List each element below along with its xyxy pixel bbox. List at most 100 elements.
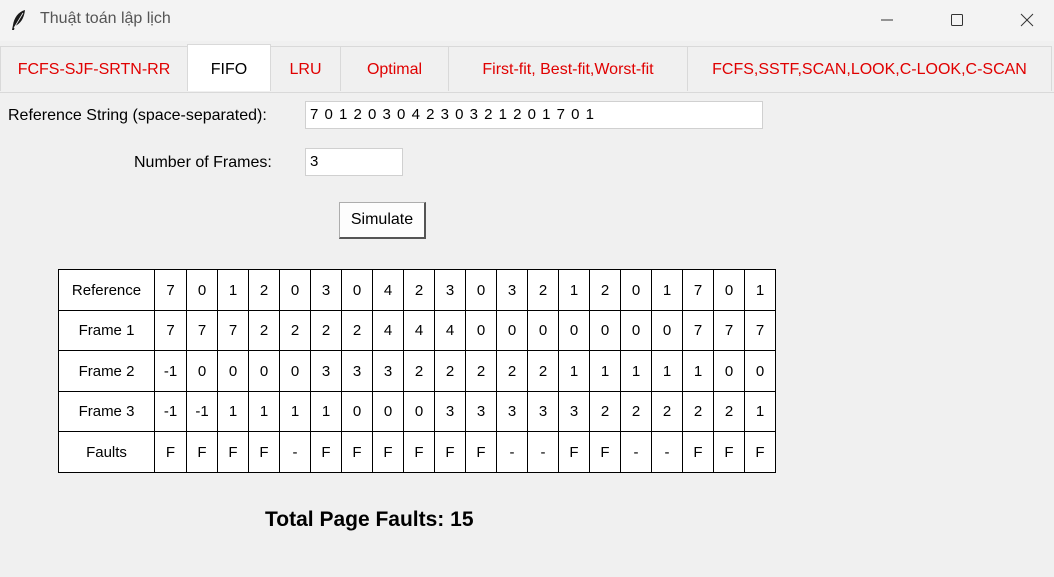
table-cell: F (434, 431, 466, 473)
table-cell: 7 (682, 310, 714, 351)
table-cell: 1 (279, 391, 311, 432)
table-cell: 2 (527, 269, 559, 311)
table-cell: 3 (434, 391, 466, 432)
table-cell: 2 (589, 269, 621, 311)
table-cell: 3 (527, 391, 559, 432)
table-cell: 3 (372, 350, 404, 392)
table-cell: 0 (558, 310, 590, 351)
table-cell: 3 (310, 350, 342, 392)
table-cell: 3 (310, 269, 342, 311)
table-cell: - (496, 431, 528, 473)
table-cell: 3 (496, 391, 528, 432)
maximize-icon (951, 14, 963, 26)
table-cell: F (744, 431, 776, 473)
table-cell: 2 (713, 391, 745, 432)
table-cell: F (341, 431, 373, 473)
table-cell: 0 (248, 350, 280, 392)
tab-fcfs-sjf-srtn-rr[interactable]: FCFS-SJF-SRTN-RR (0, 46, 188, 91)
table-cell: 0 (620, 269, 652, 311)
table-cell: 2 (248, 310, 280, 351)
table-cell: 3 (558, 391, 590, 432)
table-cell: F (713, 431, 745, 473)
table-cell: F (403, 431, 435, 473)
table-cell: 0 (403, 391, 435, 432)
table-cell: 2 (279, 310, 311, 351)
table-cell: 1 (310, 391, 342, 432)
fifo-result-table: Reference 7 0 1 2 0 3 0 4 2 3 0 3 2 1 2 0 1 7 0 1 Frame 17772… (58, 269, 776, 473)
reference-string-input[interactable]: 7 0 1 2 0 3 0 4 2 3 0 3 2 1 2 0 1 7 0 1 (305, 101, 763, 129)
table-cell: F (372, 431, 404, 473)
tab-lru[interactable]: LRU (270, 46, 341, 91)
table-cell: 7 (744, 310, 776, 351)
table-cell: 1 (217, 391, 249, 432)
table-cell: 2 (310, 310, 342, 351)
table-cell: 3 (341, 350, 373, 392)
table-cell: - (620, 431, 652, 473)
frames-label: Number of Frames: (134, 154, 272, 171)
table-cell: 0 (744, 350, 776, 392)
table-cell: 7 (154, 310, 187, 351)
table-cell: 4 (372, 310, 404, 351)
total-page-faults: Total Page Faults: 15 (265, 508, 474, 531)
table-cell: 0 (713, 350, 745, 392)
table-cell: 7 (217, 310, 249, 351)
table-cell: 7 (682, 269, 714, 311)
table-cell: 3 (496, 269, 528, 311)
table-cell: 0 (341, 391, 373, 432)
table-cell: 1 (589, 350, 621, 392)
table-cell: 0 (465, 310, 497, 351)
table-cell: F (217, 431, 249, 473)
maximize-button[interactable] (934, 0, 980, 40)
table-cell: 1 (620, 350, 652, 392)
table-cell: 2 (527, 350, 559, 392)
table-cell: 2 (682, 391, 714, 432)
table-cell: 0 (713, 269, 745, 311)
table-cell: F (154, 431, 187, 473)
table-cell: 3 (434, 269, 466, 311)
table-cell: 1 (651, 269, 683, 311)
row-label-frame-2: Frame 2 (58, 350, 155, 392)
table-cell: 2 (496, 350, 528, 392)
feather-icon (10, 9, 28, 31)
frames-input[interactable]: 3 (305, 148, 403, 176)
table-cell: 2 (403, 350, 435, 392)
table-cell: 1 (558, 350, 590, 392)
table-cell: 1 (248, 391, 280, 432)
row-label-frame-1: Frame 1 (58, 310, 155, 351)
table-cell: 2 (434, 350, 466, 392)
table-cell: 0 (372, 391, 404, 432)
table-cell: -1 (186, 391, 218, 432)
table-cell: 2 (248, 269, 280, 311)
table-cell: 0 (465, 269, 497, 311)
tab-fifo[interactable]: FIFO (187, 44, 271, 91)
table-cell: 3 (465, 391, 497, 432)
table-cell: 2 (620, 391, 652, 432)
minimize-button[interactable] (864, 0, 910, 40)
table-cell: 1 (651, 350, 683, 392)
table-cell: 0 (279, 350, 311, 392)
table-cell: 0 (527, 310, 559, 351)
table-cell: -1 (154, 350, 187, 392)
tab-optimal[interactable]: Optimal (340, 46, 449, 91)
table-cell: 0 (496, 310, 528, 351)
minimize-icon (881, 19, 893, 21)
table-cell: F (186, 431, 218, 473)
tab-fit-algorithms[interactable]: First-fit, Best-fit,Worst-fit (448, 46, 688, 91)
table-cell: 4 (403, 310, 435, 351)
table-cell: F (682, 431, 714, 473)
row-label-reference: Reference (58, 269, 155, 311)
tab-strip: FCFS-SJF-SRTN-RR FIFO LRU Optimal First-… (0, 44, 1054, 93)
table-cell: 0 (279, 269, 311, 311)
simulate-button[interactable]: Simulate (339, 202, 426, 239)
close-icon (1020, 13, 1034, 27)
table-cell: - (279, 431, 311, 473)
table-cell: 4 (434, 310, 466, 351)
table-cell: 0 (341, 269, 373, 311)
tab-disk-scheduling[interactable]: FCFS,SSTF,SCAN,LOOK,C-LOOK,C-SCAN (687, 46, 1052, 91)
table-cell: 2 (589, 391, 621, 432)
table-cell: 0 (620, 310, 652, 351)
table-cell: 2 (341, 310, 373, 351)
table-cell: 7 (186, 310, 218, 351)
table-cell: 1 (682, 350, 714, 392)
close-button[interactable] (1004, 0, 1050, 40)
